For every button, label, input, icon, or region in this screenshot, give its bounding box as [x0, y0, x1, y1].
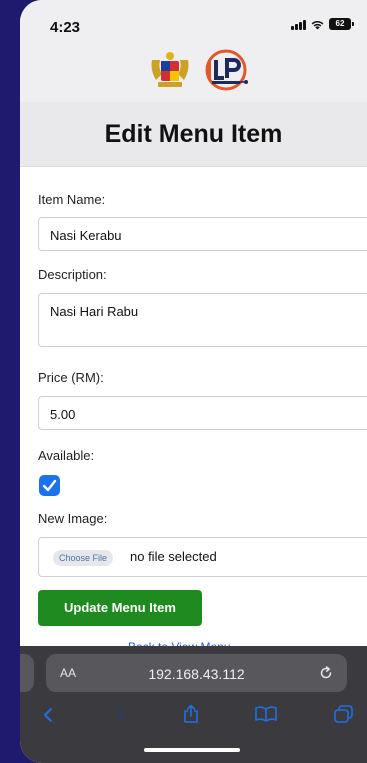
phone-screen: 4:23 62 Edit Menu Item Item Name: Nasi K…: [20, 0, 367, 763]
price-label: Price (RM):: [38, 370, 104, 385]
image-file-input: Choose File no file selected: [38, 537, 367, 577]
share-icon[interactable]: [182, 704, 200, 724]
reload-icon[interactable]: [319, 666, 333, 680]
edit-menu-item-form: Item Name: Nasi Kerabu Description: Nasi…: [20, 167, 367, 654]
home-indicator: [144, 748, 240, 752]
status-icons: 62: [291, 18, 354, 30]
file-status-text: no file selected: [130, 549, 217, 564]
available-checkbox[interactable]: [39, 475, 60, 496]
screenshot-background: 4:23 62 Edit Menu Item Item Name: Nasi K…: [0, 0, 367, 763]
address-bar[interactable]: AA 192.168.43.112: [46, 654, 347, 692]
battery-icon: 62: [329, 18, 354, 30]
item-name-label: Item Name:: [38, 192, 106, 207]
status-time: 4:23: [50, 19, 81, 36]
page-title: Edit Menu Item: [104, 120, 283, 148]
new-image-label: New Image:: [38, 511, 108, 526]
description-label: Description:: [38, 267, 107, 282]
description-textarea[interactable]: Nasi Hari Rabu: [38, 293, 367, 347]
item-name-input[interactable]: Nasi Kerabu: [38, 217, 367, 251]
wifi-icon: [311, 20, 324, 29]
browser-toolbar: AA 192.168.43.112: [20, 646, 367, 763]
ilp-logo: [205, 49, 248, 91]
status-bar: 4:23 62: [20, 0, 367, 42]
coat-of-arms-logo: [151, 52, 189, 87]
back-icon[interactable]: [42, 707, 54, 723]
checkmark-icon: [42, 479, 57, 492]
page-header: Edit Menu Item: [20, 102, 367, 167]
logo-bar: [20, 42, 367, 102]
bookmarks-icon[interactable]: [255, 706, 277, 722]
update-menu-item-button[interactable]: Update Menu Item: [38, 590, 202, 626]
previous-tab-preview[interactable]: [20, 654, 34, 692]
choose-file-button[interactable]: Choose File: [53, 550, 114, 566]
price-input[interactable]: 5.00: [38, 396, 367, 430]
forward-icon[interactable]: [115, 707, 127, 723]
signal-icon: [291, 19, 306, 30]
tabs-icon[interactable]: [334, 705, 354, 723]
url-text: 192.168.43.112: [148, 666, 245, 682]
available-label: Available:: [38, 448, 95, 463]
